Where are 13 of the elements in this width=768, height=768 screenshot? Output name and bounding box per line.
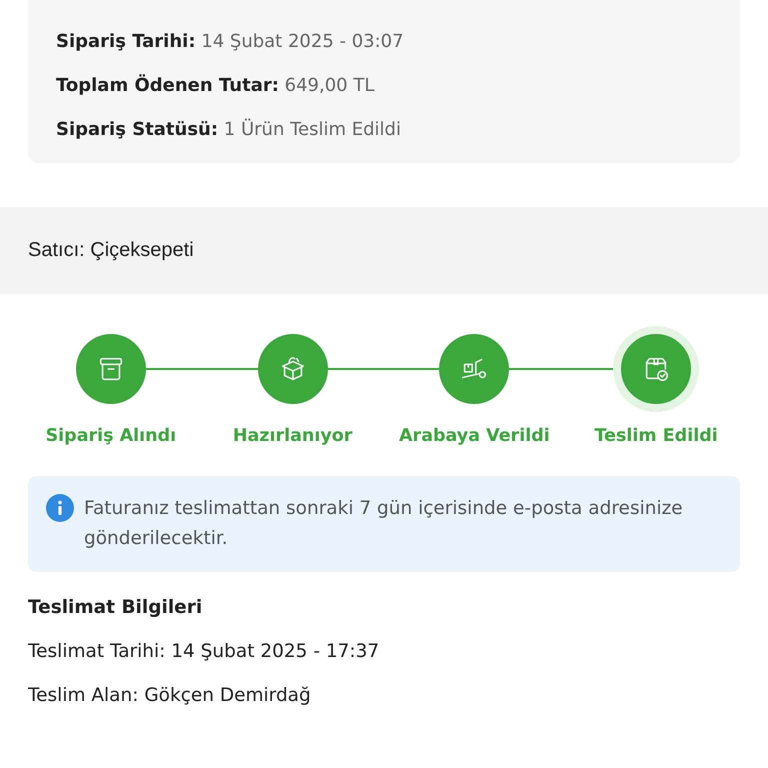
step-label: Teslim Edildi [594, 426, 718, 446]
summary-row-text: Toplam Ödenen Tutar: 649,00 TL [56, 73, 376, 98]
summary-row-text: Sipariş Tarihi: 14 Şubat 2025 - 03:07 [56, 30, 405, 54]
delivery-row-text: Teslimat Tarihi: 14 Şubat 2025 - 17:37 [28, 640, 380, 664]
section-title: Teslimat Bilgileri [28, 596, 204, 620]
info-text: Faturanız teslimattan sonraki 7 gün içerisinde e-posta adresinize gönderilecektir. [84, 497, 684, 551]
step-label: Arabaya Verildi [399, 426, 550, 446]
summary-row-text: Sipariş Statüsü: 1 Ürün Teslim Edildi [56, 118, 402, 142]
step-label: Sipariş Alındı [46, 426, 176, 446]
seller-name: Satıcı: Çiçeksepeti [28, 239, 194, 262]
delivery-row-text: Teslim Alan: Gökçen Demirdağ [28, 684, 312, 708]
info-icon [46, 494, 74, 522]
step-label: Hazırlanıyor [232, 426, 352, 446]
